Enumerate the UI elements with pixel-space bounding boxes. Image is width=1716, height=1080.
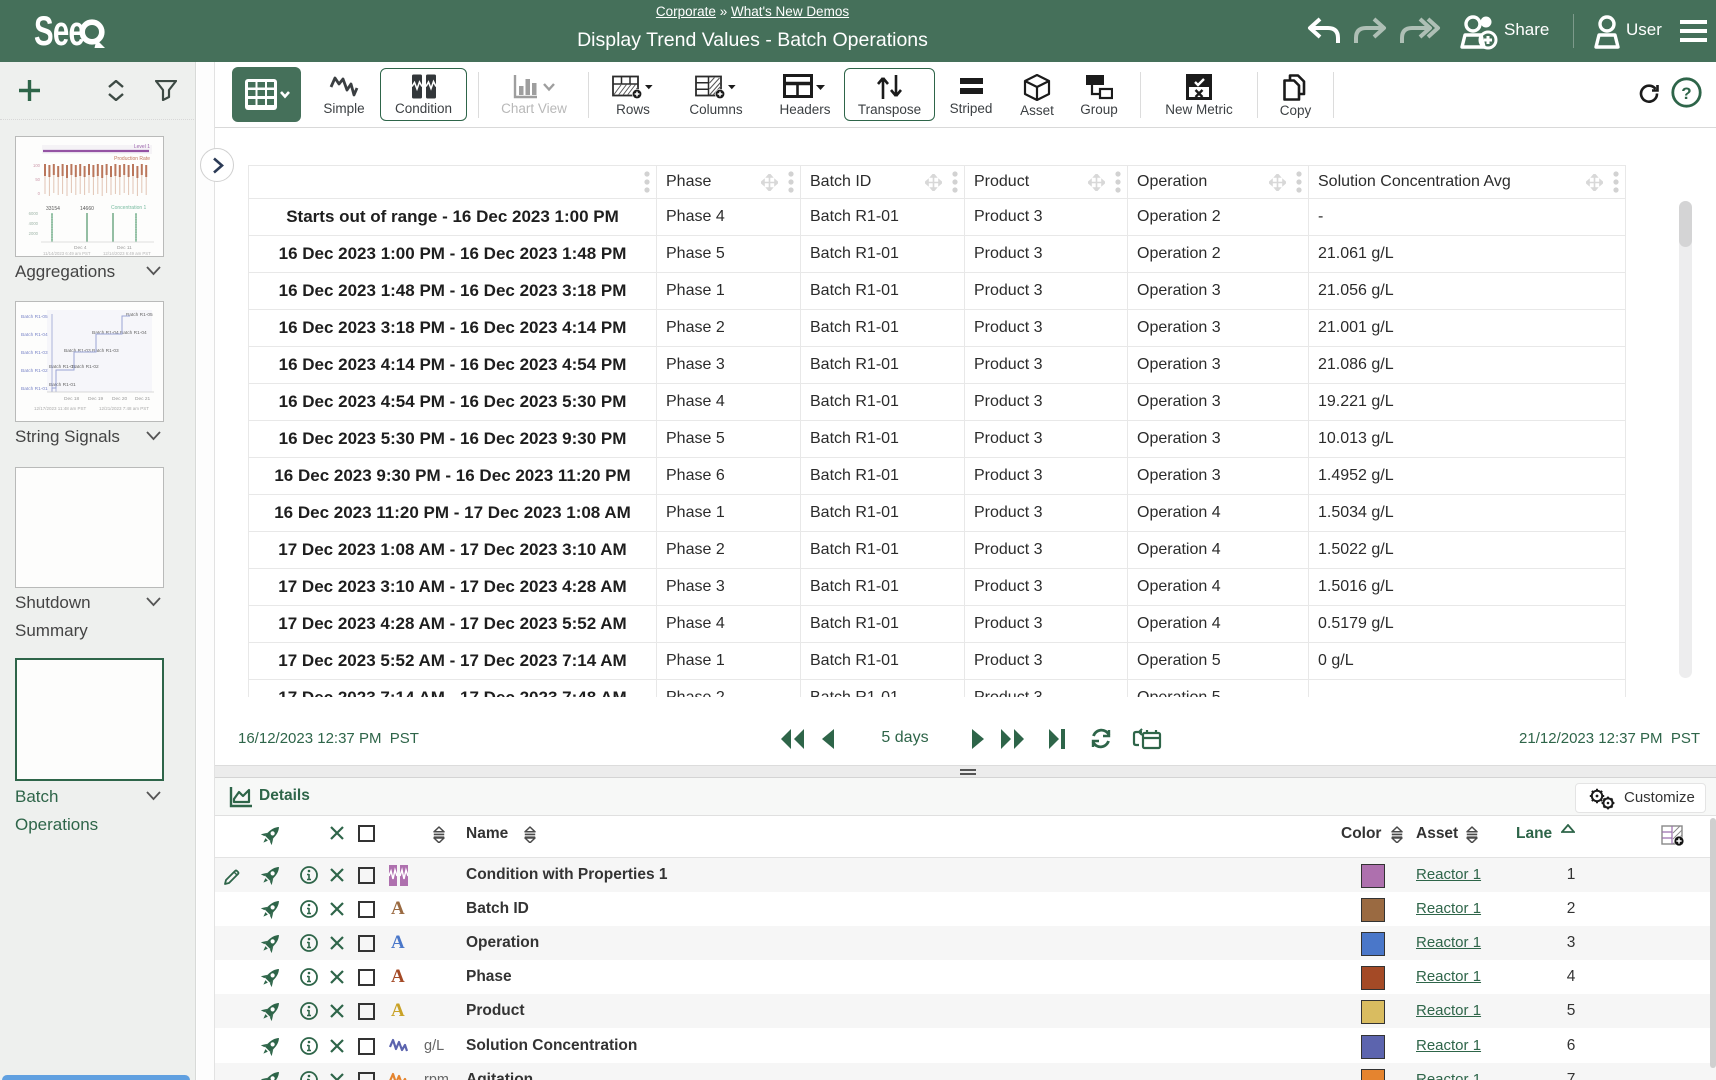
svg-text:Production Rate: Production Rate <box>114 156 150 162</box>
svg-text:Batch R1-01: Batch R1-01 <box>49 382 76 388</box>
svg-text:Level 1: Level 1 <box>134 144 150 150</box>
svg-text:Batch R1-05: Batch R1-05 <box>126 312 153 318</box>
svg-text:Batch R1-02: Batch R1-02 <box>72 364 99 370</box>
svg-text:12/21/2023 7:48 am PST: 12/21/2023 7:48 am PST <box>99 406 149 411</box>
svg-text:33154: 33154 <box>46 206 60 212</box>
svg-text:Batch R1-02: Batch R1-02 <box>21 368 48 374</box>
svg-text:Batch R1-04: Batch R1-04 <box>21 332 48 338</box>
svg-text:Batch R1-05: Batch R1-05 <box>21 314 48 320</box>
svg-text:Dec 20: Dec 20 <box>112 396 128 402</box>
svg-text:Batch R1-01: Batch R1-01 <box>21 386 48 392</box>
svg-text:12/17/2023 11:48 am PST: 12/17/2023 11:48 am PST <box>34 406 86 411</box>
svg-text:11/14/2023 6:49 am PST: 11/14/2023 6:49 am PST <box>43 251 91 256</box>
svg-text:12/14/2023 6:49 am PST: 12/14/2023 6:49 am PST <box>103 251 151 256</box>
svg-text:4000: 4000 <box>29 221 39 226</box>
svg-text:Dec 21: Dec 21 <box>135 396 151 402</box>
svg-text:?: ? <box>1681 84 1691 103</box>
svg-text:Dec 18: Dec 18 <box>64 396 80 402</box>
svg-text:0: 0 <box>38 191 41 196</box>
svg-text:Dec 19: Dec 19 <box>88 396 104 402</box>
svg-text:Batch R1-03: Batch R1-03 <box>64 348 91 354</box>
svg-text:50: 50 <box>35 177 40 182</box>
svg-text:Batch R1-03: Batch R1-03 <box>21 350 48 356</box>
svg-text:14660: 14660 <box>80 206 94 212</box>
svg-text:2000: 2000 <box>29 231 39 236</box>
svg-text:Concentration 1: Concentration 1 <box>111 205 147 211</box>
svg-text:100: 100 <box>33 163 41 168</box>
svg-text:6000: 6000 <box>29 211 39 216</box>
svg-text:Batch R1-04: Batch R1-04 <box>120 330 147 336</box>
